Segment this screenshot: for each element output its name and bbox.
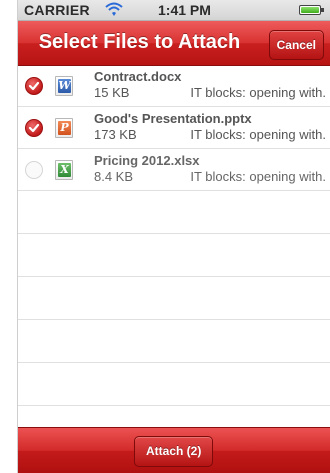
clock-time: 1:41 PM — [158, 2, 211, 18]
unchecked-circle-icon[interactable] — [25, 161, 43, 179]
bottom-toolbar: Attach (2) — [18, 427, 330, 473]
empty-row — [18, 320, 330, 363]
device-frame: CARRIER 1:41 PM Select Files to Attach C… — [0, 0, 330, 473]
file-size: 15 KB — [94, 85, 130, 100]
checkmark-icon[interactable] — [25, 119, 43, 137]
file-name: Pricing 2012.xlsx — [94, 153, 200, 168]
file-description: IT blocks: opening with. — [190, 127, 326, 142]
battery-icon — [299, 5, 324, 15]
wifi-icon — [104, 0, 124, 18]
excel-glyph: X — [58, 163, 71, 177]
file-size: 173 KB — [94, 127, 137, 142]
empty-row — [18, 277, 330, 320]
powerpoint-glyph: P — [58, 121, 71, 135]
file-row-pricing[interactable]: X Pricing 2012.xlsx 8.4 KB IT blocks: op… — [18, 149, 330, 191]
file-row-presentation[interactable]: P Good's Presentation.pptx 173 KB IT blo… — [18, 107, 330, 149]
page-title: Select Files to Attach — [38, 31, 241, 53]
file-name: Contract.docx — [94, 69, 182, 84]
file-list: W Contract.docx 15 KB IT blocks: opening… — [18, 65, 330, 449]
file-description: IT blocks: opening with. — [190, 85, 326, 100]
checkmark-icon[interactable] — [25, 77, 43, 95]
carrier-label: CARRIER — [24, 2, 90, 18]
empty-row — [18, 234, 330, 277]
empty-row — [18, 191, 330, 234]
word-glyph: W — [58, 79, 71, 93]
file-row-contract[interactable]: W Contract.docx 15 KB IT blocks: opening… — [18, 65, 330, 107]
navigation-bar: Select Files to Attach Cancel — [18, 21, 330, 66]
status-bar: CARRIER 1:41 PM — [18, 0, 330, 21]
battery-fill — [301, 7, 319, 13]
attach-button[interactable]: Attach (2) — [134, 436, 214, 467]
file-size: 8.4 KB — [94, 169, 134, 184]
word-document-icon: W — [55, 76, 73, 96]
powerpoint-document-icon: P — [55, 118, 73, 138]
excel-document-icon: X — [55, 160, 73, 180]
file-name: Good's Presentation.pptx — [94, 111, 252, 126]
file-description: IT blocks: opening with. — [190, 169, 326, 184]
cancel-button[interactable]: Cancel — [268, 30, 324, 60]
empty-row — [18, 363, 330, 406]
screen: CARRIER 1:41 PM Select Files to Attach C… — [17, 0, 330, 473]
